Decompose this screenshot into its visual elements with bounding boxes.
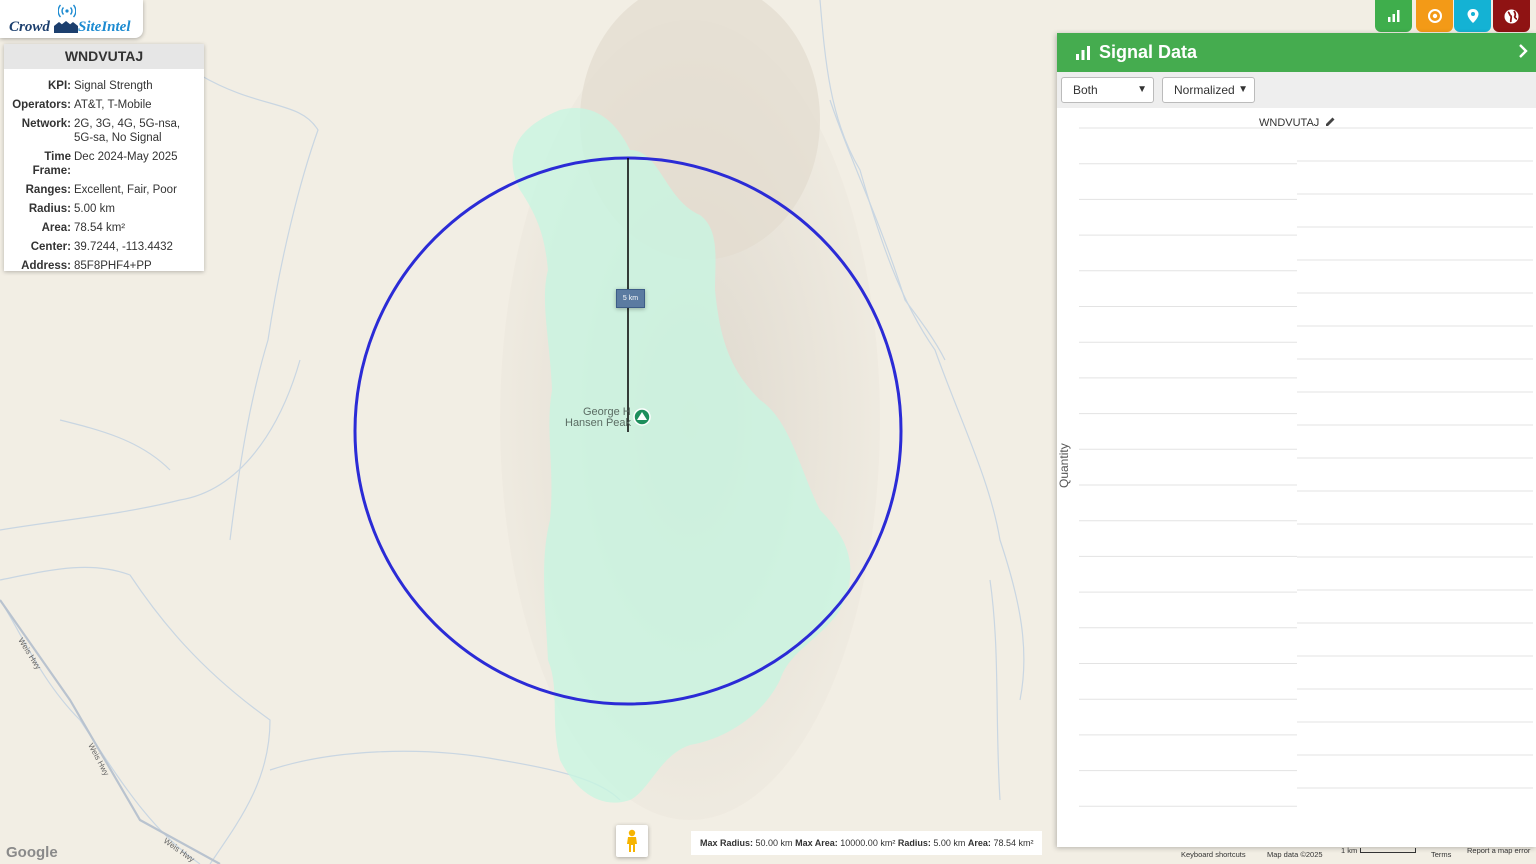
operator-mode-select[interactable]: Both ▼ [1061, 77, 1154, 103]
location-pin-icon [1467, 9, 1478, 23]
radius-key: Radius: [897, 838, 931, 848]
houses-icon [54, 21, 78, 33]
site-info-value: Dec 2024-May 2025 [74, 151, 178, 163]
scale-bar[interactable] [1360, 848, 1416, 853]
peak-label[interactable]: George H Hansen Peak [565, 407, 631, 429]
radius-label[interactable]: 5 km [616, 289, 645, 308]
terms-link[interactable]: Terms [1431, 850, 1451, 859]
max-radius-key: Max Radius: [700, 838, 754, 848]
site-info-row: Area: 78.54 km² [4, 221, 204, 235]
site-info-value: 39.7244, -113.4432 [74, 241, 173, 253]
site-info-row: Radius: 5.00 km [4, 202, 204, 216]
site-info-key: Network: [21, 118, 71, 130]
antenna-icon [58, 4, 76, 18]
site-info-row: Center: 39.7244, -113.4432 [4, 240, 204, 254]
globe-button[interactable] [1493, 0, 1530, 32]
map-data-attribution[interactable]: Map data ©2025 [1267, 850, 1323, 859]
radius-stats-bar: Max Radius: 50.00 km Max Area: 10000.00 … [691, 831, 1043, 855]
site-info-key: Address: [21, 260, 71, 272]
site-info-rows: KPI: Signal Strength Operators: AT&T, T-Mob… [4, 69, 204, 273]
site-info-key: Radius: [28, 203, 71, 215]
site-info-key: Time Frame: [32, 151, 71, 177]
target-button[interactable] [1416, 0, 1453, 32]
signal-data-panel: Signal Data Both ▼ Normalized ▼ WNDVUTAJ… [1057, 33, 1536, 847]
logo-word-siteintel: SiteIntel [78, 19, 131, 35]
globe-icon [1504, 9, 1519, 23]
collapse-chevron-icon[interactable] [1518, 43, 1528, 64]
site-info-value: 85F8PHF4+PP [74, 260, 152, 272]
site-info-value: Excellent, Fair, Poor [74, 184, 177, 196]
site-info-key: Operators: [12, 99, 71, 111]
target-icon [1427, 9, 1442, 23]
site-info-key: Ranges: [25, 184, 71, 196]
chevron-down-icon: ▼ [1137, 84, 1147, 95]
panel-header: Signal Data [1057, 33, 1536, 72]
scale-mode-select[interactable]: Normalized ▼ [1162, 77, 1255, 103]
chart-gridlines [1079, 127, 1533, 807]
site-info-row: Time Frame: Dec 2024-May 2025 [4, 150, 204, 178]
site-info-value: Signal Strength [74, 80, 153, 92]
bar-chart-icon [1387, 10, 1399, 22]
chevron-down-icon: ▼ [1238, 84, 1248, 95]
site-info-panel: WNDVUTAJ KPI: Signal Strength Operators: AT… [4, 44, 204, 273]
radius-value: 5.00 km [933, 838, 966, 848]
site-info-key: KPI: [48, 80, 71, 92]
area-value: 78.54 km² [993, 838, 1034, 848]
site-info-row: Operators: AT&T, T-Mobile [4, 98, 204, 112]
site-info-value: 2G, 3G, 4G, 5G-nsa, 5G-sa, No Signal [74, 118, 181, 144]
operator-mode-value: Both [1073, 83, 1098, 97]
panel-title: Signal Data [1099, 42, 1198, 62]
site-info-value: 78.54 km² [74, 222, 126, 234]
area-key: Area: [967, 838, 991, 848]
site-info-value: 5.00 km [74, 203, 115, 215]
scale-mode-value: Normalized [1174, 83, 1235, 97]
site-info-key: Area: [41, 222, 71, 234]
google-logo: Google [6, 844, 58, 861]
signal-data-button[interactable] [1375, 0, 1412, 32]
signal-chart: WNDVUTAJ Quantity [1057, 108, 1536, 847]
site-info-row: Address: 85F8PHF4+PP [4, 259, 204, 273]
max-area-value: 10000.00 km² [840, 838, 896, 848]
site-info-value: AT&T, T-Mobile [74, 99, 152, 111]
site-info-row: KPI: Signal Strength [4, 79, 204, 93]
logo-word-crowd: Crowd [9, 19, 50, 35]
peak-label-line2: Hansen Peak [565, 417, 632, 429]
site-info-row: Network: 2G, 3G, 4G, 5G-nsa, 5G-sa, No Si… [4, 117, 204, 145]
max-area-key: Max Area: [795, 838, 838, 848]
street-view-pegman[interactable] [616, 825, 648, 857]
keyboard-shortcuts-link[interactable]: Keyboard shortcuts [1181, 850, 1246, 859]
max-radius-value: 50.00 km [755, 838, 793, 848]
app-logo[interactable]: Crowd SiteIntel [0, 0, 143, 38]
panel-controls: Both ▼ Normalized ▼ [1057, 72, 1536, 108]
site-info-title: WNDVUTAJ [4, 44, 204, 69]
site-info-key: Center: [30, 241, 71, 253]
report-map-error-link[interactable]: Report a map error [1467, 846, 1530, 855]
pegman-icon [627, 829, 637, 852]
location-button[interactable] [1454, 0, 1491, 32]
site-info-row: Ranges: Excellent, Fair, Poor [4, 183, 204, 197]
bar-chart-icon [1076, 45, 1090, 60]
scale-label[interactable]: 1 km [1341, 846, 1357, 855]
